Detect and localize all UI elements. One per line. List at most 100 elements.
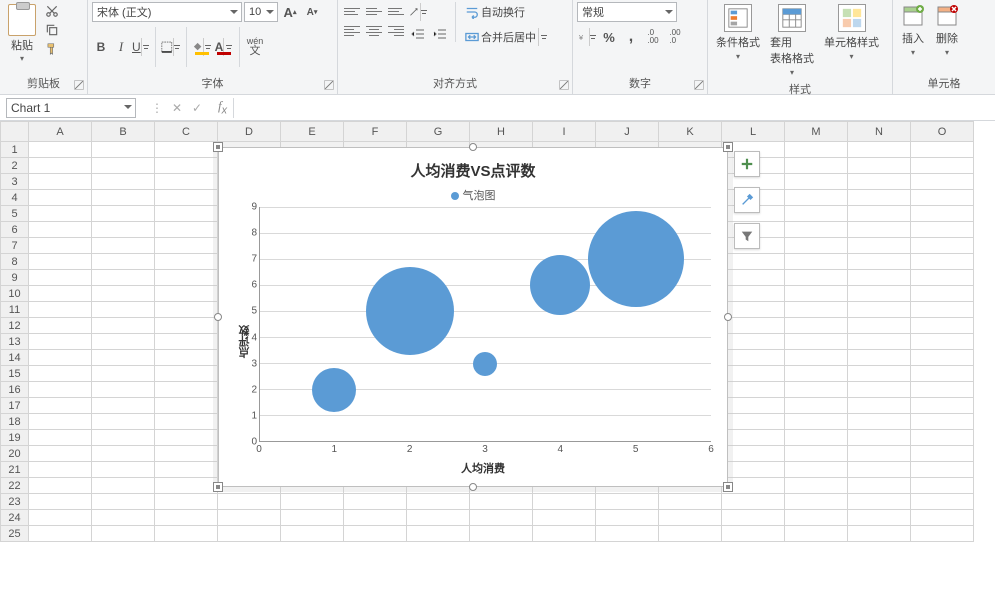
cell[interactable] <box>29 174 92 190</box>
delete-button[interactable]: 删除 ▾ <box>931 2 963 59</box>
cell[interactable] <box>848 382 911 398</box>
cell[interactable] <box>407 510 470 526</box>
cell[interactable] <box>29 350 92 366</box>
row-header[interactable]: 3 <box>1 174 29 190</box>
align-middle-icon[interactable] <box>364 2 384 20</box>
cell[interactable] <box>911 174 974 190</box>
cell[interactable] <box>848 206 911 222</box>
cell[interactable] <box>218 526 281 542</box>
decrease-font-icon[interactable]: A▾ <box>302 2 322 22</box>
x-axis-label[interactable]: 人均消费 <box>255 460 711 476</box>
cell[interactable] <box>785 318 848 334</box>
cell[interactable] <box>281 494 344 510</box>
cell[interactable] <box>911 510 974 526</box>
cell[interactable] <box>155 254 218 270</box>
border-button[interactable] <box>161 37 181 57</box>
font-color-button[interactable]: A <box>214 37 234 57</box>
align-right-icon[interactable] <box>386 22 406 40</box>
dialog-launcher-icon[interactable] <box>559 80 569 90</box>
cell[interactable] <box>848 302 911 318</box>
cell[interactable] <box>155 494 218 510</box>
cell[interactable] <box>785 206 848 222</box>
column-header[interactable]: L <box>722 122 785 142</box>
row-header[interactable]: 10 <box>1 286 29 302</box>
cell[interactable] <box>848 142 911 158</box>
chart-styles-button[interactable] <box>734 187 760 213</box>
cell[interactable] <box>155 462 218 478</box>
cell[interactable] <box>92 478 155 494</box>
cell[interactable] <box>29 270 92 286</box>
row-header[interactable]: 23 <box>1 494 29 510</box>
cell[interactable] <box>911 382 974 398</box>
cell[interactable] <box>92 382 155 398</box>
cell[interactable] <box>29 206 92 222</box>
cell[interactable] <box>848 398 911 414</box>
cell[interactable] <box>92 334 155 350</box>
cell[interactable] <box>785 142 848 158</box>
cell[interactable] <box>596 494 659 510</box>
cell[interactable] <box>911 366 974 382</box>
resize-handle-e[interactable] <box>724 313 732 321</box>
align-top-icon[interactable] <box>342 2 362 20</box>
cell[interactable] <box>848 366 911 382</box>
cell[interactable] <box>722 366 785 382</box>
cell[interactable] <box>911 462 974 478</box>
resize-handle-ne[interactable] <box>723 142 733 152</box>
cell[interactable] <box>29 302 92 318</box>
cell[interactable] <box>155 286 218 302</box>
cell[interactable] <box>29 414 92 430</box>
cell[interactable] <box>785 382 848 398</box>
row-header[interactable]: 5 <box>1 206 29 222</box>
insert-button[interactable]: 插入 ▾ <box>897 2 929 59</box>
cell[interactable] <box>155 446 218 462</box>
cell[interactable] <box>785 302 848 318</box>
number-format-combo[interactable]: 常规 <box>577 2 677 22</box>
cell[interactable] <box>29 142 92 158</box>
chart-filter-button[interactable] <box>734 223 760 249</box>
cell[interactable] <box>92 414 155 430</box>
cell[interactable] <box>911 350 974 366</box>
paste-button[interactable]: 粘贴 ▾ <box>4 2 40 65</box>
dialog-launcher-icon[interactable] <box>694 80 704 90</box>
cell[interactable] <box>785 478 848 494</box>
cell[interactable] <box>722 430 785 446</box>
cell[interactable] <box>155 430 218 446</box>
chart-object[interactable]: 人均消费VS点评数 气泡图 点评数 0123456789 0123456 人均消… <box>218 147 728 487</box>
underline-button[interactable]: U <box>132 37 150 57</box>
cell[interactable] <box>848 286 911 302</box>
cell[interactable] <box>92 318 155 334</box>
cell[interactable] <box>911 494 974 510</box>
dialog-launcher-icon[interactable] <box>74 80 84 90</box>
cell[interactable] <box>785 254 848 270</box>
cell[interactable] <box>848 334 911 350</box>
increase-decimal-icon[interactable]: .0.00 <box>643 27 663 47</box>
cell[interactable] <box>785 430 848 446</box>
cell[interactable] <box>911 398 974 414</box>
orientation-button[interactable] <box>408 2 428 22</box>
cell[interactable] <box>92 398 155 414</box>
resize-handle-se[interactable] <box>723 482 733 492</box>
italic-button[interactable]: I <box>112 37 130 57</box>
cell[interactable] <box>470 494 533 510</box>
row-header[interactable]: 12 <box>1 318 29 334</box>
row-header[interactable]: 24 <box>1 510 29 526</box>
row-header[interactable]: 20 <box>1 446 29 462</box>
cell[interactable] <box>722 286 785 302</box>
resize-handle-s[interactable] <box>469 483 477 491</box>
cell[interactable] <box>155 238 218 254</box>
cell[interactable] <box>785 158 848 174</box>
row-header[interactable]: 17 <box>1 398 29 414</box>
bubble-point[interactable] <box>530 255 590 315</box>
cell[interactable] <box>155 222 218 238</box>
cell[interactable] <box>785 510 848 526</box>
cell[interactable] <box>155 510 218 526</box>
row-header[interactable]: 6 <box>1 222 29 238</box>
column-header[interactable]: N <box>848 122 911 142</box>
cell[interactable] <box>155 526 218 542</box>
font-size-combo[interactable]: 10 <box>244 2 278 22</box>
resize-handle-n[interactable] <box>469 143 477 151</box>
row-header[interactable]: 7 <box>1 238 29 254</box>
cell[interactable] <box>29 318 92 334</box>
cell[interactable] <box>29 398 92 414</box>
cut-icon[interactable] <box>42 2 62 20</box>
